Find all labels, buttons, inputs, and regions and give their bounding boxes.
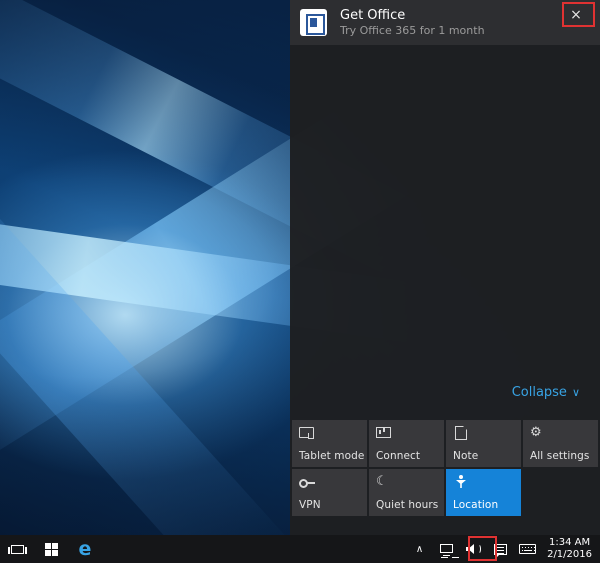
quick-action-connect[interactable]: Connect	[369, 420, 444, 467]
action-center-tray-button[interactable]	[487, 535, 514, 563]
volume-tray-button[interactable]	[460, 535, 487, 563]
connect-icon	[376, 426, 392, 440]
taskbar-clock[interactable]: 1:34 AM 2/1/2016	[541, 537, 600, 561]
quick-action-note[interactable]: Note	[446, 420, 521, 467]
tile-label: All settings	[530, 450, 590, 462]
tile-label: Connect	[376, 450, 421, 462]
close-icon: ×	[570, 7, 582, 23]
tablet-mode-icon	[299, 426, 315, 440]
taskbar-tray: ∧ 1:34 AM 2/1/2016	[406, 535, 600, 563]
notification-subtitle: Try Office 365 for 1 month	[340, 23, 485, 37]
action-center-icon	[494, 543, 508, 558]
quick-action-vpn[interactable]: VPN	[292, 469, 367, 516]
note-icon	[453, 426, 469, 440]
chevron-down-icon: ∨	[571, 386, 580, 399]
notification-text: Get Office Try Office 365 for 1 month	[340, 8, 485, 38]
tile-label: VPN	[299, 499, 321, 511]
collapse-label: Collapse	[511, 385, 567, 400]
quick-action-location[interactable]: Location	[446, 469, 521, 516]
network-tray-button[interactable]	[433, 535, 460, 563]
touch-keyboard-button[interactable]	[514, 535, 541, 563]
vpn-key-icon	[299, 475, 315, 489]
tile-label: Note	[453, 450, 479, 462]
office-app-icon	[300, 9, 327, 36]
quick-action-tablet-mode[interactable]: Tablet mode	[292, 420, 367, 467]
volume-icon	[465, 542, 482, 556]
collapse-link[interactable]: Collapse ∨	[512, 385, 580, 400]
desktop-screen: Get Office Try Office 365 for 1 month × …	[0, 0, 600, 563]
taskbar: e ∧ 1:34 AM 2/1/2016	[0, 535, 600, 563]
clock-date: 2/1/2016	[547, 549, 592, 560]
tile-label: Location	[453, 499, 499, 511]
tile-label: Quiet hours	[376, 499, 439, 511]
quick-action-empty-slot	[523, 469, 598, 516]
notification-close-button[interactable]: ×	[566, 5, 586, 25]
action-center-panel: Get Office Try Office 365 for 1 month × …	[290, 0, 600, 535]
location-person-icon	[453, 475, 469, 489]
notification-get-office[interactable]: Get Office Try Office 365 for 1 month ×	[290, 0, 600, 45]
quiet-hours-moon-icon: ☾	[376, 474, 388, 489]
clock-time: 1:34 AM	[548, 537, 591, 548]
task-view-button[interactable]	[0, 535, 34, 563]
show-hidden-icons-button[interactable]: ∧	[406, 535, 433, 563]
notification-title: Get Office	[340, 7, 406, 23]
edge-icon: e	[78, 537, 92, 560]
edge-browser-button[interactable]: e	[68, 535, 102, 563]
sound-wave-icon	[476, 544, 481, 554]
task-view-icon	[7, 544, 27, 554]
quick-actions-grid: Tablet mode Connect Note ⚙ All settings …	[292, 420, 598, 516]
network-icon	[440, 543, 454, 556]
keyboard-icon	[519, 544, 537, 554]
taskbar-left: e	[0, 535, 102, 563]
settings-gear-icon: ⚙	[530, 425, 542, 440]
start-button[interactable]	[34, 535, 68, 563]
quick-action-all-settings[interactable]: ⚙ All settings	[523, 420, 598, 467]
windows-logo-icon	[44, 542, 58, 556]
chevron-up-icon: ∧	[415, 543, 424, 555]
tile-label: Tablet mode	[299, 450, 365, 462]
quick-action-quiet-hours[interactable]: ☾ Quiet hours	[369, 469, 444, 516]
